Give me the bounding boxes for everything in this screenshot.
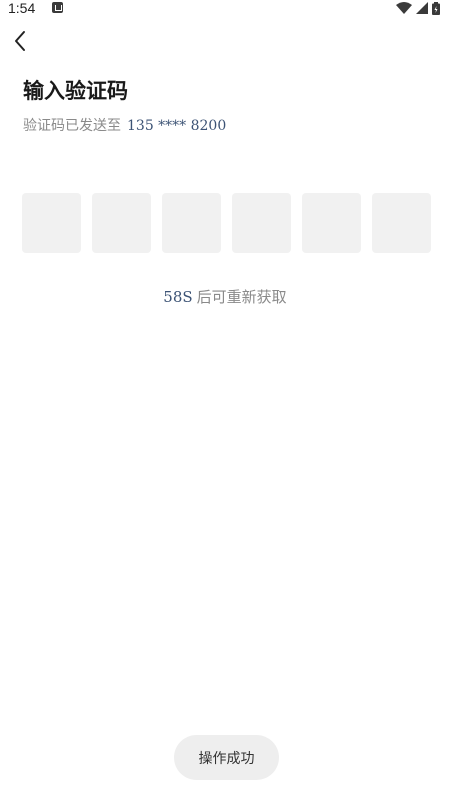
resend-countdown: 58S 后可重新获取 [0, 286, 450, 308]
countdown-value: 58S [163, 288, 193, 306]
code-digit-box[interactable] [92, 193, 151, 253]
toast-message: 操作成功 [174, 735, 279, 780]
code-digit-box[interactable] [22, 193, 81, 253]
chevron-left-icon [15, 31, 25, 51]
code-digit-box[interactable] [162, 193, 221, 253]
notification-icon [52, 2, 63, 13]
signal-icon [416, 2, 428, 14]
toast-text: 操作成功 [198, 750, 255, 767]
code-digit-box[interactable] [372, 193, 431, 253]
status-icons [396, 1, 440, 15]
resend-label: 后可重新获取 [196, 288, 287, 306]
status-bar: 1:54 [0, 0, 450, 18]
sent-label: 验证码已发送至 [23, 118, 121, 134]
back-button[interactable] [10, 28, 38, 56]
status-time: 1:54 [8, 0, 36, 16]
code-digit-box[interactable] [232, 193, 291, 253]
page-title: 输入验证码 [23, 79, 128, 103]
sent-info: 验证码已发送至 135 **** 8200 [23, 116, 226, 136]
phone-number: 135 **** 8200 [127, 118, 227, 134]
code-digit-box[interactable] [302, 193, 361, 253]
battery-icon [432, 1, 440, 15]
code-input-group [22, 193, 431, 253]
wifi-icon [396, 2, 412, 14]
